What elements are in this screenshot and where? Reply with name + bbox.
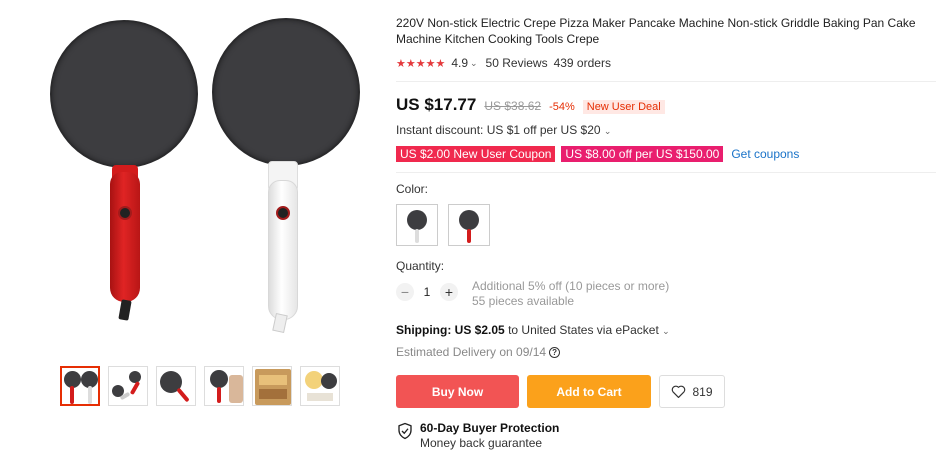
rating-value[interactable]: 4.9 bbox=[451, 56, 468, 70]
thumbnail-5[interactable] bbox=[252, 366, 292, 406]
thumbnail-3[interactable] bbox=[156, 366, 196, 406]
decrease-quantity-button[interactable]: − bbox=[396, 283, 414, 301]
quantity-label: Quantity: bbox=[396, 259, 445, 273]
shipping-cost: US $2.05 bbox=[454, 323, 505, 337]
wishlist-count: 819 bbox=[692, 384, 713, 399]
price-row: US $17.77 US $38.62 -54% New User Deal bbox=[396, 95, 936, 117]
heart-icon bbox=[672, 385, 686, 398]
stock-available: 55 pieces available bbox=[472, 294, 575, 308]
white-crepe-maker-image bbox=[212, 18, 362, 338]
coupon-row: US $2.00 New User Coupon US $8.00 off pe… bbox=[396, 146, 936, 162]
star-rating-icon: ★★★★★ bbox=[396, 57, 446, 70]
main-product-image[interactable] bbox=[40, 0, 370, 350]
color-option-white[interactable] bbox=[396, 204, 438, 246]
store-coupon[interactable]: US $8.00 off per US $150.00 bbox=[561, 146, 724, 162]
bulk-discount-note: Additional 5% off (10 pieces or more) bbox=[472, 279, 670, 293]
shipping-label: Shipping: bbox=[396, 323, 452, 337]
divider bbox=[396, 81, 936, 82]
product-info: 220V Non-stick Electric Crepe Pizza Make… bbox=[396, 15, 936, 451]
current-price: US $17.77 bbox=[396, 95, 477, 114]
buy-now-button[interactable]: Buy Now bbox=[396, 375, 519, 408]
buyer-protection: 60-Day Buyer Protection Money back guara… bbox=[396, 421, 936, 451]
help-icon[interactable]: ? bbox=[549, 346, 561, 358]
quantity-input[interactable]: 1 bbox=[414, 285, 440, 299]
quantity-stepper: − 1 + bbox=[396, 282, 458, 302]
original-price: US $38.62 bbox=[484, 99, 542, 113]
chevron-down-icon[interactable]: ⌄ bbox=[662, 326, 670, 336]
protection-subtitle: Money back guarantee bbox=[420, 436, 543, 450]
product-title: 220V Non-stick Electric Crepe Pizza Make… bbox=[396, 16, 916, 46]
action-buttons: Buy Now Add to Cart 819 bbox=[396, 375, 936, 408]
color-option-red[interactable] bbox=[448, 204, 490, 246]
red-crepe-maker-image bbox=[50, 20, 200, 340]
discount-percent: -54% bbox=[549, 101, 575, 113]
quantity-row: − 1 + Additional 5% off (10 pieces or mo… bbox=[396, 279, 936, 309]
increase-quantity-button[interactable]: + bbox=[440, 283, 458, 301]
protection-title: 60-Day Buyer Protection bbox=[420, 421, 560, 435]
shipping-destination: to United States via ePacket bbox=[508, 323, 659, 337]
instant-discount[interactable]: Instant discount: US $1 off per US $20 ⌄ bbox=[396, 123, 936, 139]
thumbnail-strip bbox=[60, 366, 340, 406]
quantity-notes: Additional 5% off (10 pieces or more) 55… bbox=[472, 279, 669, 309]
delivery-estimate: Estimated Delivery on 09/14 ? bbox=[396, 344, 936, 360]
new-user-coupon[interactable]: US $2.00 New User Coupon bbox=[396, 146, 556, 162]
color-label: Color: bbox=[396, 182, 429, 196]
rating-row: ★★★★★ 4.9 ⌄ 50 Reviews 439 orders bbox=[396, 55, 936, 71]
thumbnail-1[interactable] bbox=[60, 366, 100, 406]
add-to-cart-button[interactable]: Add to Cart bbox=[527, 375, 651, 408]
reviews-link[interactable]: 50 Reviews bbox=[486, 56, 548, 70]
shield-check-icon bbox=[398, 422, 412, 440]
chevron-down-icon[interactable]: ⌄ bbox=[470, 58, 478, 69]
wishlist-button[interactable]: 819 bbox=[659, 375, 725, 408]
thumbnail-6[interactable] bbox=[300, 366, 340, 406]
shipping-info[interactable]: Shipping: US $2.05 to United States via … bbox=[396, 323, 936, 339]
divider bbox=[396, 172, 936, 173]
new-user-deal-badge: New User Deal bbox=[582, 100, 665, 114]
get-coupons-link[interactable]: Get coupons bbox=[731, 147, 799, 161]
product-gallery bbox=[0, 0, 380, 476]
color-swatches bbox=[396, 204, 936, 246]
chevron-down-icon[interactable]: ⌄ bbox=[604, 126, 612, 136]
thumbnail-2[interactable] bbox=[108, 366, 148, 406]
orders-count: 439 orders bbox=[553, 56, 611, 70]
thumbnail-4[interactable] bbox=[204, 366, 244, 406]
